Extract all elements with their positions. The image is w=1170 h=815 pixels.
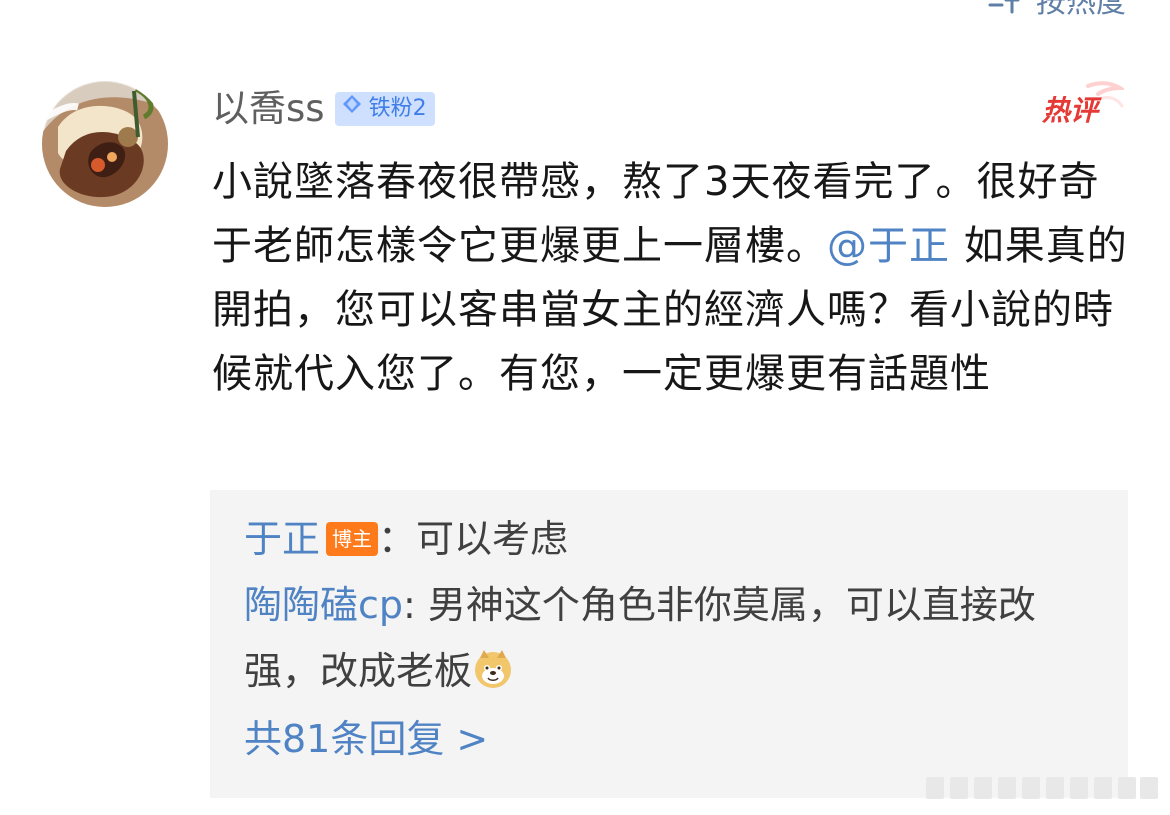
reply-username[interactable]: 于正 xyxy=(244,517,320,561)
more-replies-link[interactable]: 共81条回复 > xyxy=(244,706,1108,772)
reply-item: 于正 博主 ：可以考虑 xyxy=(244,506,1108,572)
mention-link[interactable]: @于正 xyxy=(827,223,950,269)
reply-username[interactable]: 陶陶磕cp xyxy=(244,583,403,627)
fan-level-badge[interactable]: 铁粉2 xyxy=(334,92,435,126)
blogger-badge: 博主 xyxy=(326,522,379,556)
doge-icon xyxy=(472,644,514,688)
comment-header: 以喬ss 铁粉2 xyxy=(212,84,435,134)
reply-text: ：可以考虑 xyxy=(378,517,569,561)
avatar[interactable] xyxy=(42,81,168,207)
comment-username[interactable]: 以喬ss xyxy=(212,84,325,134)
hot-comment-label: 热评 xyxy=(1041,94,1102,127)
comment-body: 小說墜落春夜很帶感，熬了3天夜看完了。很好奇于老師怎樣令它更爆更上一層樓。@于正… xyxy=(212,150,1132,406)
sort-lines-icon xyxy=(988,0,1024,14)
replies-panel: 于正 博主 ：可以考虑 陶陶磕cp: 男神这个角色非你莫属，可以直接改强，改成老板 … xyxy=(210,490,1128,798)
avatar-food-icon xyxy=(42,81,168,207)
watermark xyxy=(926,773,1158,803)
fan-level-label: 铁粉2 xyxy=(368,96,427,121)
hot-comment-badge: 热评 xyxy=(1040,80,1128,132)
reply-item: 陶陶磕cp: 男神这个角色非你莫属，可以直接改强，改成老板 xyxy=(244,572,1108,704)
sort-by-hotness-toggle[interactable]: 按热度 xyxy=(988,0,1126,20)
sort-label: 按热度 xyxy=(1036,0,1126,20)
diamond-icon xyxy=(341,92,363,126)
